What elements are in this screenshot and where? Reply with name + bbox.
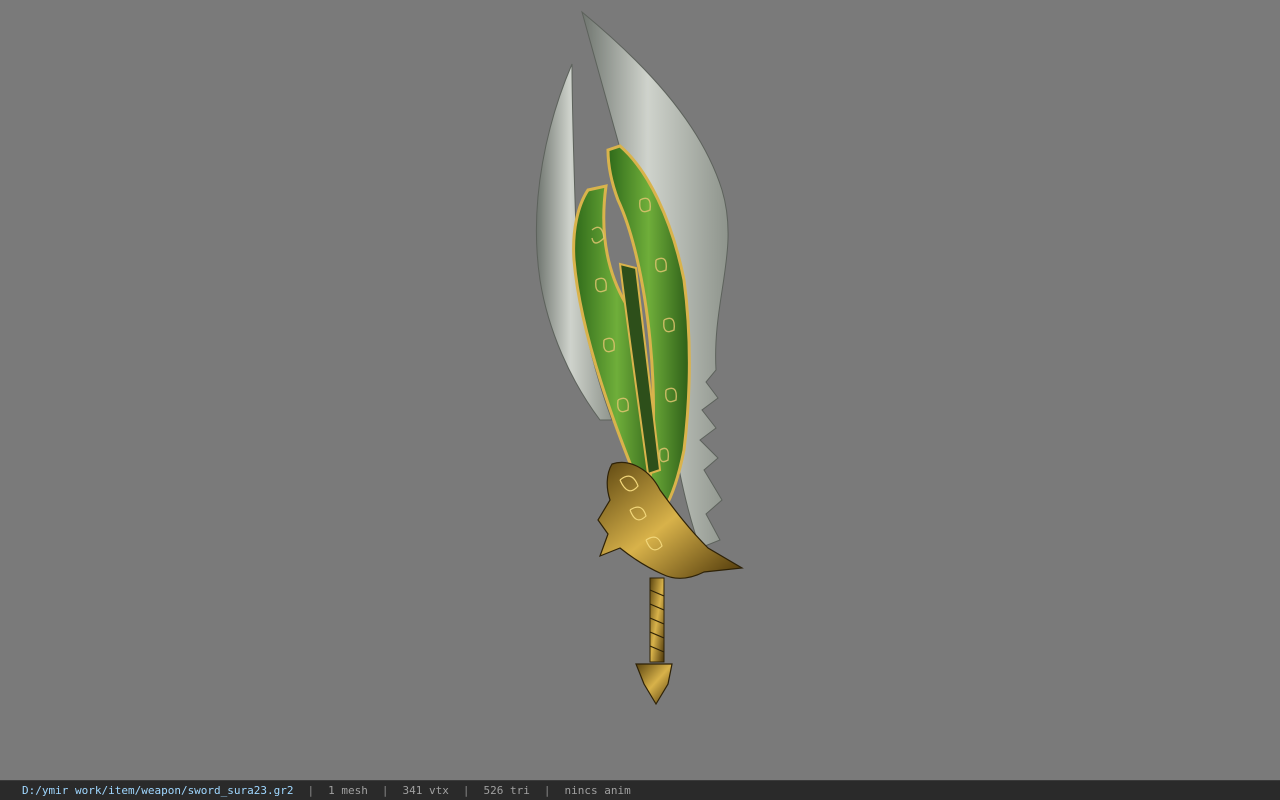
mesh-count: 1 mesh bbox=[328, 784, 368, 797]
triangle-count: 526 tri bbox=[483, 784, 530, 797]
status-separator: | bbox=[381, 784, 389, 797]
status-bar: D:/ymir work/item/weapon/sword_sura23.gr… bbox=[0, 780, 1280, 800]
status-separator: | bbox=[462, 784, 470, 797]
status-separator: | bbox=[543, 784, 551, 797]
file-path: D:/ymir work/item/weapon/sword_sura23.gr… bbox=[22, 784, 294, 797]
sword-model[interactable] bbox=[0, 0, 1280, 780]
status-separator: | bbox=[307, 784, 315, 797]
3d-viewport[interactable] bbox=[0, 0, 1280, 780]
sword-pommel bbox=[635, 663, 673, 706]
animation-status: nincs anim bbox=[564, 784, 631, 797]
vertex-count: 341 vtx bbox=[402, 784, 449, 797]
